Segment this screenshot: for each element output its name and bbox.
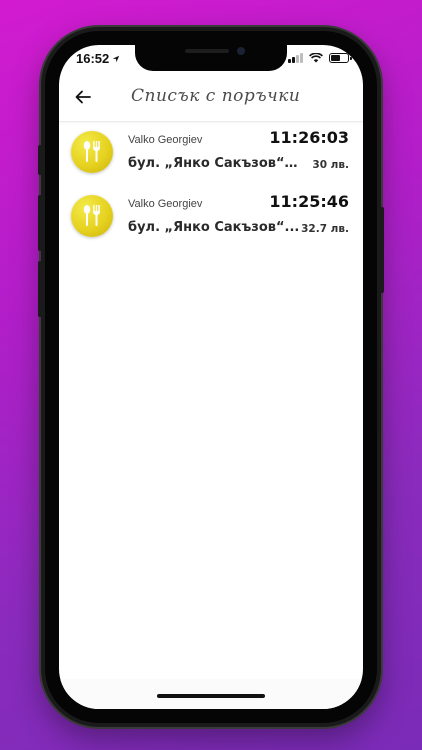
order-customer-name: Valko Georgiev bbox=[128, 198, 203, 210]
earpiece-speaker bbox=[185, 49, 229, 53]
battery-fill bbox=[331, 55, 340, 61]
cellular-signal-icon bbox=[288, 53, 303, 63]
status-time: 16:52 bbox=[76, 51, 120, 66]
order-address: бул. „Янко Сакъзов“ 1... bbox=[128, 156, 300, 171]
volume-down-button bbox=[38, 261, 42, 317]
front-camera bbox=[237, 47, 245, 55]
app-header: Списък с поръчки bbox=[59, 75, 363, 122]
order-time: 11:26:03 bbox=[269, 128, 349, 147]
phone-screen: 16:52 Списък с поръчки Valko Georgiev 11… bbox=[59, 45, 363, 709]
order-time: 11:25:46 bbox=[269, 192, 349, 211]
order-item[interactable]: Valko Georgiev 11:25:46 бул. „Янко Сакъз… bbox=[59, 186, 363, 250]
status-time-label: 16:52 bbox=[76, 51, 110, 66]
mute-switch bbox=[38, 145, 42, 175]
page-title: Списък с поръчки bbox=[131, 86, 301, 106]
volume-up-button bbox=[38, 195, 42, 251]
fork-spoon-icon bbox=[71, 195, 113, 237]
arrow-left-icon[interactable] bbox=[71, 85, 95, 109]
order-address: бул. „Янко Сакъзов“... bbox=[128, 220, 300, 235]
home-indicator[interactable] bbox=[157, 694, 265, 698]
order-price: 30 лв. bbox=[312, 159, 349, 171]
wifi-icon bbox=[309, 53, 323, 63]
battery-icon bbox=[329, 53, 352, 63]
order-item[interactable]: Valko Georgiev 11:26:03 бул. „Янко Сакъз… bbox=[59, 122, 363, 186]
order-price: 32.7 лв. bbox=[301, 223, 349, 235]
phone-frame: 16:52 Списък с поръчки Valko Georgiev 11… bbox=[38, 27, 384, 727]
order-customer-name: Valko Georgiev bbox=[128, 134, 203, 146]
notch bbox=[135, 45, 287, 71]
order-list: Valko Georgiev 11:26:03 бул. „Янко Сакъз… bbox=[59, 122, 363, 250]
location-arrow-icon bbox=[113, 55, 120, 62]
side-button bbox=[380, 207, 384, 293]
status-icons bbox=[288, 53, 352, 63]
fork-spoon-icon bbox=[71, 131, 113, 173]
